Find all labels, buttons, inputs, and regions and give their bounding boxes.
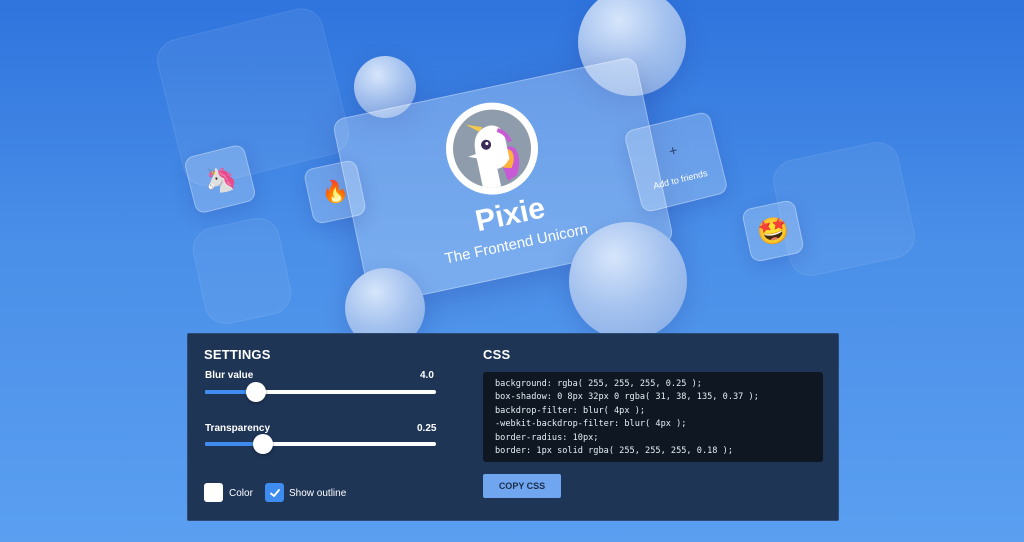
decorative-sphere [569,222,687,340]
add-to-friends-label: Add to friends [652,167,709,192]
css-code-line: -webkit-backdrop-filter: blur( 4px ); [495,419,687,430]
blur-label: Blur value [205,370,254,381]
css-title: CSS [483,347,511,362]
blur-slider-thumb[interactable] [245,382,266,402]
fire-emoji-icon: 🔥 [318,176,351,207]
avatar [437,94,547,204]
transparency-value: 0.25 [417,423,437,434]
background-glass-square [188,213,296,329]
css-code-line: border-radius: 10px; [495,432,599,443]
star-struck-emoji-icon: 🤩 [753,212,792,249]
background-glass-square [152,3,354,191]
css-code-line: backdrop-filter: blur( 4px ); [495,405,646,416]
transparency-slider[interactable] [205,434,436,454]
settings-panel: SETTINGS Blur value 4.0 Transparency 0.2… [187,333,839,521]
transparency-label: Transparency [205,423,271,434]
transparency-slider-thumb[interactable] [252,434,273,454]
color-label: Color [229,488,253,499]
show-outline-checkbox[interactable] [265,483,284,502]
css-code-line: border: 1px solid rgba( 255, 255, 255, 0… [495,446,733,457]
copy-css-button[interactable]: COPY CSS [483,474,561,498]
blur-value: 4.0 [420,370,434,381]
css-code-line: background: rgba( 255, 255, 255, 0.25 ); [495,379,702,389]
fire-tile: 🔥 [302,158,368,226]
star-struck-tile: 🤩 [740,198,806,264]
settings-title: SETTINGS [204,347,271,362]
css-code-block: background: rgba( 255, 255, 255, 0.25 );… [483,372,823,462]
show-outline-label: Show outline [289,488,347,499]
unicorn-emoji-icon: 🦄 [200,160,240,197]
blur-slider[interactable] [205,382,436,402]
checkmark-icon [269,488,280,497]
color-checkbox[interactable] [204,483,223,502]
unicorn-avatar-icon [465,124,520,191]
plus-icon: + [667,141,680,160]
css-code-line: box-shadow: 0 8px 32px 0 rgba( 31, 38, 1… [495,392,759,403]
